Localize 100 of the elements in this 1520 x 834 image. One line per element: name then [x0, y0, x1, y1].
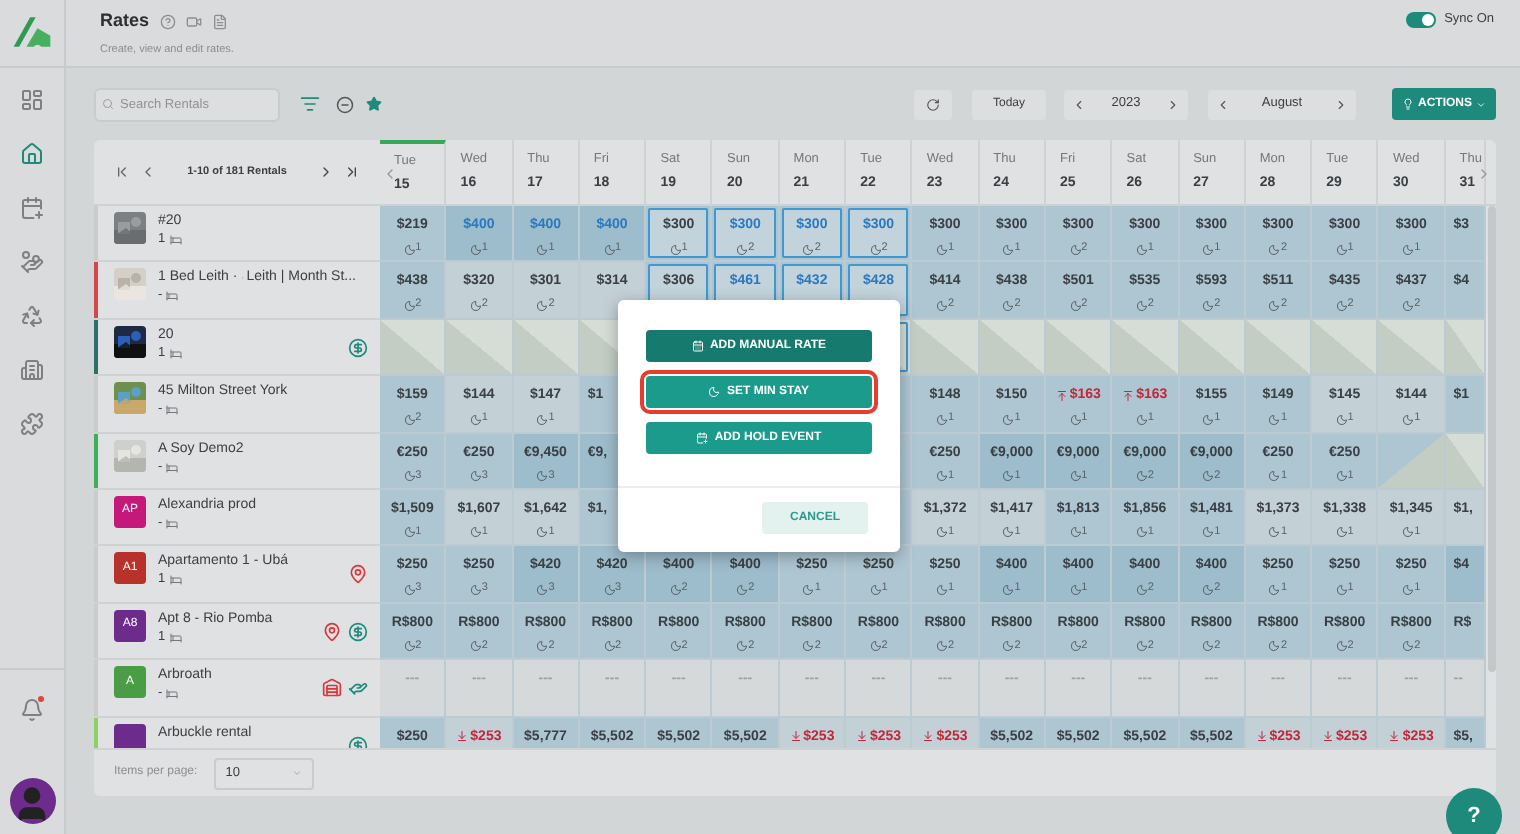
blocked-cell[interactable]	[1378, 319, 1446, 377]
blocked-cell[interactable]	[1445, 319, 1486, 377]
video-icon[interactable]	[185, 13, 202, 30]
blocked-cell[interactable]	[1045, 319, 1113, 377]
scroll-left-icon[interactable]	[382, 166, 398, 182]
hand-icon	[348, 678, 368, 699]
moon-icon	[1202, 413, 1215, 426]
moon-icon	[1335, 640, 1348, 653]
moon-icon	[869, 640, 882, 653]
minus-circle-icon[interactable]	[336, 95, 354, 113]
previous-icon[interactable]	[1072, 97, 1086, 111]
moon-icon	[403, 470, 416, 483]
document-icon[interactable]	[211, 13, 228, 30]
moon-icon	[802, 243, 815, 255]
first-page-icon[interactable]	[114, 164, 130, 180]
moon-icon	[403, 243, 416, 255]
moon-icon	[469, 640, 482, 653]
bed-icon	[166, 290, 179, 303]
filter-icon[interactable]	[300, 94, 320, 114]
moon-icon	[1402, 640, 1415, 653]
previous-icon[interactable]	[1216, 97, 1230, 111]
caret-icon	[1476, 99, 1486, 109]
home-icon[interactable]	[20, 142, 44, 166]
search-icon	[102, 98, 114, 110]
moon-icon	[469, 470, 482, 483]
last-page-icon[interactable]	[343, 164, 360, 180]
blocked-cell[interactable]	[1312, 319, 1379, 377]
blocked-cell[interactable]	[380, 319, 447, 377]
previous-icon[interactable]	[140, 164, 156, 180]
moon-icon	[1002, 413, 1015, 426]
moon-icon	[1335, 413, 1348, 426]
blocked-cell[interactable]	[513, 319, 580, 377]
moon-icon	[1135, 299, 1148, 312]
scroll-right-icon[interactable]	[1476, 166, 1492, 182]
next-icon[interactable]	[1166, 97, 1180, 111]
house-icon	[322, 678, 342, 699]
moon-icon	[1002, 583, 1015, 596]
moon-icon	[708, 386, 721, 398]
moon-icon	[536, 526, 549, 539]
moon-icon	[1135, 640, 1148, 653]
blocked-cell[interactable]	[979, 319, 1046, 377]
moon-icon	[469, 243, 482, 255]
moon-icon	[1002, 243, 1015, 255]
refresh-button[interactable]	[914, 89, 952, 119]
page-title: Rates	[100, 8, 150, 35]
moon-icon	[1402, 526, 1415, 539]
building-icon[interactable]	[20, 358, 44, 382]
blocked-cell[interactable]	[446, 319, 514, 377]
calendar-plus-icon[interactable]	[20, 196, 44, 220]
moon-icon	[469, 526, 482, 539]
moon-icon	[1268, 583, 1281, 596]
moon-icon	[1135, 243, 1148, 255]
moon-icon	[1335, 243, 1348, 255]
star-icon[interactable]	[366, 96, 382, 112]
moon-icon	[403, 526, 416, 539]
blocked-cell[interactable]	[1112, 319, 1180, 377]
coins-hand-icon[interactable]	[20, 250, 44, 274]
moon-icon	[1335, 526, 1348, 539]
moon-icon	[1335, 470, 1348, 483]
moon-icon	[935, 243, 948, 255]
bed-icon	[166, 404, 179, 417]
moon-icon	[1268, 243, 1281, 255]
help-icon[interactable]	[159, 13, 176, 30]
moon-icon	[1268, 640, 1281, 653]
bed-icon	[166, 517, 179, 530]
moon-icon	[1402, 299, 1415, 312]
moon-icon	[1202, 583, 1215, 596]
moon-icon	[669, 640, 682, 653]
dashboard-icon[interactable]	[20, 88, 44, 112]
calendar-icon	[691, 340, 704, 352]
user-avatar[interactable]	[9, 778, 55, 824]
blocked-cell[interactable]	[912, 319, 980, 377]
refresh-icon	[926, 97, 940, 111]
arrow-up-icon	[1055, 389, 1068, 402]
arrow-down-icon	[855, 730, 868, 743]
puzzle-icon[interactable]	[20, 412, 44, 436]
sync-toggle[interactable]	[1406, 11, 1437, 27]
moon-icon	[1335, 583, 1348, 596]
moon-icon	[869, 583, 882, 596]
moon-icon	[403, 640, 416, 653]
dollar-icon	[348, 337, 368, 358]
notification-bell[interactable]	[20, 698, 44, 722]
moon-icon	[736, 583, 749, 596]
moon-icon	[1202, 243, 1215, 255]
moon-icon	[669, 583, 682, 596]
moon-icon	[536, 243, 549, 255]
moon-icon	[536, 583, 549, 596]
moon-icon	[1135, 583, 1148, 596]
blocked-cell[interactable]	[1378, 433, 1446, 490]
blocked-cell[interactable]	[1245, 319, 1313, 377]
recycle-icon[interactable]	[20, 304, 44, 328]
blocked-cell[interactable]	[1445, 433, 1486, 490]
blocked-cell[interactable]	[1179, 319, 1246, 377]
help-button[interactable]: ?	[1446, 788, 1502, 834]
moon-icon	[1202, 299, 1215, 312]
moon-icon	[1402, 583, 1415, 596]
moon-icon	[1268, 413, 1281, 426]
dollar-icon	[348, 621, 368, 642]
moon-icon	[469, 299, 482, 312]
next-icon[interactable]	[1334, 97, 1348, 111]
